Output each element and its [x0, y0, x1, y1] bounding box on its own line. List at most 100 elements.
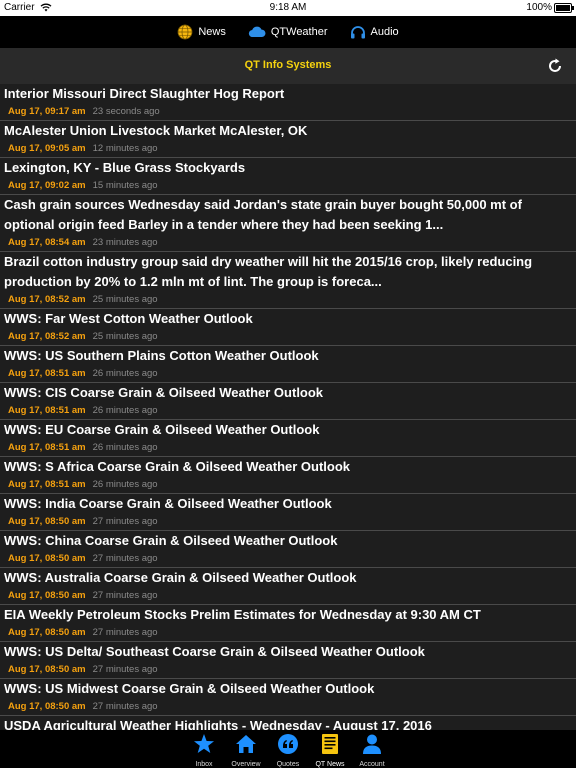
- nav-qtweather[interactable]: QTWeather: [248, 25, 328, 39]
- news-title: WWS: CIS Coarse Grain & Oilseed Weather …: [4, 385, 324, 400]
- news-meta: Aug 17, 09:02 am 15 minutes ago: [0, 178, 576, 194]
- tab-overview-label: Overview: [231, 761, 261, 768]
- news-item[interactable]: WWS: Australia Coarse Grain & Oilseed We…: [0, 568, 576, 605]
- news-title: WWS: Australia Coarse Grain & Oilseed We…: [4, 570, 357, 585]
- news-date: Aug 17, 08:50 am: [8, 627, 86, 638]
- news-meta: Aug 17, 08:51 am 26 minutes ago: [0, 366, 576, 382]
- news-relative-time: 27 minutes ago: [92, 553, 158, 564]
- news-item[interactable]: WWS: EU Coarse Grain & Oilseed Weather O…: [0, 420, 576, 457]
- news-item[interactable]: WWS: Far West Cotton Weather Outlook Aug …: [0, 309, 576, 346]
- news-date: Aug 17, 09:17 am: [8, 106, 86, 117]
- news-item[interactable]: WWS: India Coarse Grain & Oilseed Weathe…: [0, 494, 576, 531]
- refresh-icon[interactable]: [546, 57, 564, 75]
- news-relative-time: 27 minutes ago: [92, 627, 158, 638]
- news-date: Aug 17, 09:02 am: [8, 180, 86, 191]
- news-relative-time: 27 minutes ago: [92, 664, 158, 675]
- news-relative-time: 23 minutes ago: [92, 237, 158, 248]
- news-relative-time: 26 minutes ago: [92, 368, 158, 379]
- news-title: Cash grain sources Wednesday said Jordan…: [4, 197, 522, 232]
- news-meta: Aug 17, 08:50 am 27 minutes ago: [0, 662, 576, 678]
- news-item[interactable]: Interior Missouri Direct Slaughter Hog R…: [0, 84, 576, 121]
- bottom-tab-bar: Inbox Overview Quotes QT News Account: [0, 730, 576, 768]
- tab-quotes[interactable]: Quotes: [270, 730, 306, 768]
- star-icon: [193, 733, 215, 760]
- news-title: USDA Agricultural Weather Highlights - W…: [4, 718, 432, 730]
- news-title: Brazil cotton industry group said dry we…: [4, 254, 533, 289]
- nav-news-label: News: [198, 26, 226, 38]
- news-date: Aug 17, 08:51 am: [8, 368, 86, 379]
- news-date: Aug 17, 08:51 am: [8, 442, 86, 453]
- tab-qt-news[interactable]: QT News: [312, 730, 348, 768]
- tab-quotes-label: Quotes: [276, 761, 300, 768]
- news-title: WWS: India Coarse Grain & Oilseed Weathe…: [4, 496, 332, 511]
- news-title: Lexington, KY - Blue Grass Stockyards: [4, 160, 246, 175]
- home-icon: [235, 733, 257, 760]
- news-item[interactable]: WWS: US Midwest Coarse Grain & Oilseed W…: [0, 679, 576, 716]
- news-date: Aug 17, 08:54 am: [8, 237, 86, 248]
- headphones-icon: [350, 25, 366, 39]
- news-title: WWS: US Delta/ Southeast Coarse Grain & …: [4, 644, 425, 659]
- news-meta: Aug 17, 09:05 am 12 minutes ago: [0, 141, 576, 157]
- news-relative-time: 27 minutes ago: [92, 701, 158, 712]
- news-title: WWS: US Southern Plains Cotton Weather O…: [4, 348, 319, 363]
- news-title: WWS: EU Coarse Grain & Oilseed Weather O…: [4, 422, 320, 437]
- quote-icon: [277, 733, 299, 760]
- news-meta: Aug 17, 08:52 am 25 minutes ago: [0, 329, 576, 345]
- status-time: 9:18 AM: [269, 2, 307, 13]
- news-item[interactable]: WWS: S Africa Coarse Grain & Oilseed Wea…: [0, 457, 576, 494]
- news-item[interactable]: Cash grain sources Wednesday said Jordan…: [0, 195, 576, 252]
- battery-percentage: 100%: [526, 2, 552, 13]
- nav-news[interactable]: News: [177, 24, 226, 40]
- news-title: WWS: S Africa Coarse Grain & Oilseed Wea…: [4, 459, 351, 474]
- news-title: WWS: China Coarse Grain & Oilseed Weathe…: [4, 533, 338, 548]
- news-date: Aug 17, 09:05 am: [8, 143, 86, 154]
- news-date: Aug 17, 08:51 am: [8, 405, 86, 416]
- tab-account[interactable]: Account: [354, 730, 390, 768]
- news-item[interactable]: WWS: China Coarse Grain & Oilseed Weathe…: [0, 531, 576, 568]
- news-date: Aug 17, 08:50 am: [8, 664, 86, 675]
- news-item[interactable]: WWS: US Southern Plains Cotton Weather O…: [0, 346, 576, 383]
- nav-audio[interactable]: Audio: [350, 25, 399, 39]
- news-relative-time: 25 minutes ago: [92, 294, 158, 305]
- news-item[interactable]: McAlester Union Livestock Market McAlest…: [0, 121, 576, 158]
- status-bar: Carrier 9:18 AM 100%: [0, 0, 576, 16]
- news-date: Aug 17, 08:52 am: [8, 294, 86, 305]
- news-date: Aug 17, 08:50 am: [8, 516, 86, 527]
- news-title: McAlester Union Livestock Market McAlest…: [4, 123, 308, 138]
- news-meta: Aug 17, 08:50 am 27 minutes ago: [0, 514, 576, 530]
- news-item[interactable]: Lexington, KY - Blue Grass Stockyards Aug…: [0, 158, 576, 195]
- news-relative-time: 12 minutes ago: [92, 143, 158, 154]
- battery-icon: [554, 3, 574, 13]
- news-item[interactable]: EIA Weekly Petroleum Stocks Prelim Estim…: [0, 605, 576, 642]
- page-header: QT Info Systems: [0, 48, 576, 85]
- news-meta: Aug 17, 08:54 am 23 minutes ago: [0, 235, 576, 251]
- news-item[interactable]: USDA Agricultural Weather Highlights - W…: [0, 716, 576, 730]
- news-meta: Aug 17, 09:17 am 23 seconds ago: [0, 104, 576, 120]
- news-relative-time: 26 minutes ago: [92, 442, 158, 453]
- top-navigation: News QTWeather Audio: [0, 16, 576, 48]
- tab-overview[interactable]: Overview: [228, 730, 264, 768]
- news-list[interactable]: Interior Missouri Direct Slaughter Hog R…: [0, 84, 576, 730]
- cloud-icon: [248, 25, 266, 39]
- news-title: Interior Missouri Direct Slaughter Hog R…: [4, 86, 285, 101]
- page-title: QT Info Systems: [244, 59, 332, 71]
- news-relative-time: 27 minutes ago: [92, 516, 158, 527]
- news-relative-time: 26 minutes ago: [92, 405, 158, 416]
- news-meta: Aug 17, 08:50 am 27 minutes ago: [0, 699, 576, 715]
- tab-inbox[interactable]: Inbox: [186, 730, 222, 768]
- person-icon: [361, 733, 383, 760]
- news-item[interactable]: WWS: CIS Coarse Grain & Oilseed Weather …: [0, 383, 576, 420]
- news-relative-time: 27 minutes ago: [92, 590, 158, 601]
- news-title: WWS: Far West Cotton Weather Outlook: [4, 311, 253, 326]
- news-meta: Aug 17, 08:50 am 27 minutes ago: [0, 625, 576, 641]
- tab-account-label: Account: [359, 761, 385, 768]
- news-meta: Aug 17, 08:52 am 25 minutes ago: [0, 292, 576, 308]
- news-item[interactable]: WWS: US Delta/ Southeast Coarse Grain & …: [0, 642, 576, 679]
- nav-audio-label: Audio: [370, 26, 399, 38]
- news-item[interactable]: Brazil cotton industry group said dry we…: [0, 252, 576, 309]
- news-relative-time: 26 minutes ago: [92, 479, 158, 490]
- news-date: Aug 17, 08:52 am: [8, 331, 86, 342]
- news-title: WWS: US Midwest Coarse Grain & Oilseed W…: [4, 681, 375, 696]
- news-date: Aug 17, 08:50 am: [8, 590, 86, 601]
- news-meta: Aug 17, 08:50 am 27 minutes ago: [0, 588, 576, 604]
